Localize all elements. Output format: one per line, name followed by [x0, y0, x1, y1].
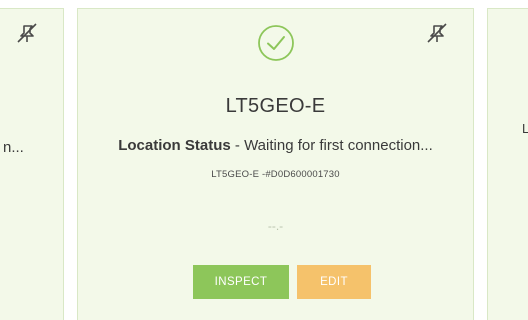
value-readout: --.-	[267, 219, 284, 233]
location-status-text: Waiting for first connection...	[244, 137, 433, 154]
status-separator: -	[230, 137, 245, 154]
location-status-text: n...	[3, 139, 24, 156]
pin-off-icon[interactable]	[425, 21, 449, 45]
location-status: Location Status - Waiting for first conn…	[78, 137, 473, 154]
device-card-right: L	[487, 8, 528, 320]
pin-off-icon[interactable]	[15, 21, 39, 45]
device-id: LT5GEO-E -#D0D600001730	[211, 169, 340, 180]
inspect-button[interactable]: INSPECT	[193, 265, 289, 299]
device-name: LT5GEO-E	[225, 95, 326, 117]
device-cards-viewport: n... LT5GEO-E Location Status - Waiting …	[0, 0, 528, 320]
location-status-text: L	[522, 121, 528, 136]
check-circle-icon	[258, 25, 294, 61]
location-status-label: Location Status	[118, 137, 231, 154]
device-card: LT5GEO-E Location Status - Waiting for f…	[77, 8, 474, 320]
edit-button[interactable]: EDIT	[297, 265, 371, 299]
device-card-left: n...	[0, 8, 64, 320]
